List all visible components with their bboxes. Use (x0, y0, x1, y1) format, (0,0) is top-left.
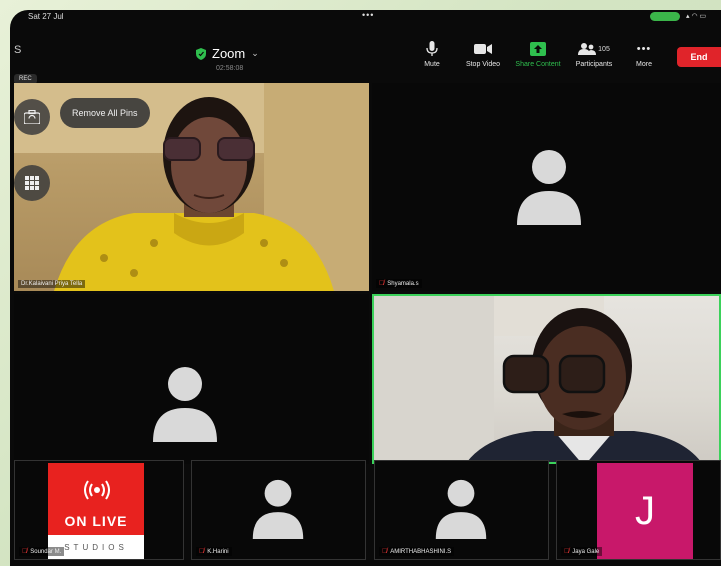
status-time: Sat 27 Jul (28, 12, 64, 21)
keypad-button[interactable] (14, 165, 50, 201)
share-icon (530, 40, 546, 58)
name-tag: 🎙̸ K.Harini (196, 547, 232, 556)
onlive-title: ON LIVE (64, 513, 128, 529)
participant-name: K.Harini (207, 548, 229, 555)
name-tag: 🎙̸ Shyamala.s (376, 279, 422, 288)
name-tag: Dr.Kalaivani Priya Tella (18, 280, 86, 288)
shield-icon (196, 47, 206, 60)
system-icons: ▴ ◠ ▭ (686, 13, 707, 20)
participant-name: Shyamala.s (387, 280, 419, 287)
mic-icon (426, 40, 438, 58)
more-button[interactable]: ••• More (616, 40, 672, 68)
more-icon: ••• (636, 43, 652, 55)
video-tile-4[interactable] (372, 294, 721, 464)
video-tile-6[interactable]: 🎙̸ K.Harini (191, 460, 366, 560)
keypad-icon (25, 176, 39, 190)
mic-off-icon: 🎙̸ (22, 548, 28, 555)
call-indicator (650, 12, 680, 21)
video-tile-7[interactable]: 🎙̸ AMIRTHABHASHINI.S (374, 460, 549, 560)
participants-label: Participants (575, 61, 613, 68)
participant-name: Dr.Kalaivani Priya Tella (21, 281, 83, 287)
more-label: More (636, 61, 652, 68)
mute-label: Mute (424, 61, 440, 68)
participant-video (374, 296, 702, 462)
participant-initial: J (597, 463, 693, 559)
zoom-window: Sat 27 Jul ••• ▴ ◠ ▭ S Zoom ⌄ 02:58:08 M… (10, 10, 721, 566)
mic-off-icon: 🎙̸ (379, 280, 385, 287)
mic-off-icon: 🎙̸ (199, 548, 205, 555)
remove-all-pins-button[interactable]: Remove All Pins (60, 98, 150, 128)
end-button[interactable]: End (677, 47, 721, 67)
leave-edge-icon[interactable]: S (14, 44, 21, 56)
multitask-dots[interactable]: ••• (362, 10, 374, 20)
video-tile-8[interactable]: J 🎙̸ Jaya Gale (556, 460, 721, 560)
avatar-icon (517, 150, 581, 225)
participant-name: Soundar M. (30, 548, 62, 555)
camera-flip-button[interactable] (14, 99, 50, 135)
name-tag: 🎙̸ Soundar M. (19, 547, 65, 556)
mute-button[interactable]: Mute (404, 40, 460, 68)
name-tag: 🎙̸ Jaya Gale (561, 547, 603, 556)
share-content-button[interactable]: Share Content (510, 40, 566, 68)
video-tile-2[interactable]: 🎙̸ Shyamala.s (372, 83, 721, 291)
participants-icon: 105 (578, 40, 610, 58)
meeting-title[interactable]: Zoom ⌄ (196, 46, 259, 61)
share-content-label: Share Content (515, 61, 561, 68)
video-tile-3[interactable] (14, 294, 369, 464)
participants-button[interactable]: 105 Participants (566, 40, 622, 68)
mic-off-icon: 🎙̸ (564, 548, 570, 555)
meeting-title-text: Zoom (212, 46, 246, 61)
chevron-down-icon: ⌄ (251, 48, 259, 58)
onlive-logo: ON LIVE STUDIOS (48, 463, 144, 559)
stop-video-button[interactable]: Stop Video (455, 40, 511, 68)
avatar-icon (435, 479, 487, 539)
mic-off-icon: 🎙̸ (382, 548, 388, 555)
meeting-timer: 02:58:08 (216, 65, 244, 72)
participant-name: AMIRTHABHASHINI.S (390, 548, 452, 555)
participants-count: 105 (598, 45, 610, 53)
camera-flip-icon (24, 110, 40, 124)
status-bar: Sat 27 Jul ••• ▴ ◠ ▭ (10, 10, 721, 24)
video-tile-5[interactable]: ON LIVE STUDIOS 🎙̸ Soundar M. (14, 460, 184, 560)
avatar-icon (252, 479, 304, 539)
video-icon (474, 40, 492, 58)
meeting-toolbar: S Zoom ⌄ 02:58:08 Mute Stop Video Share … (10, 24, 721, 82)
stop-video-label: Stop Video (465, 61, 501, 68)
avatar-icon (153, 367, 217, 442)
participant-name: Jaya Gale (572, 548, 600, 555)
name-tag: 🎙̸ AMIRTHABHASHINI.S (379, 547, 455, 556)
live-broadcast-icon (84, 480, 110, 500)
